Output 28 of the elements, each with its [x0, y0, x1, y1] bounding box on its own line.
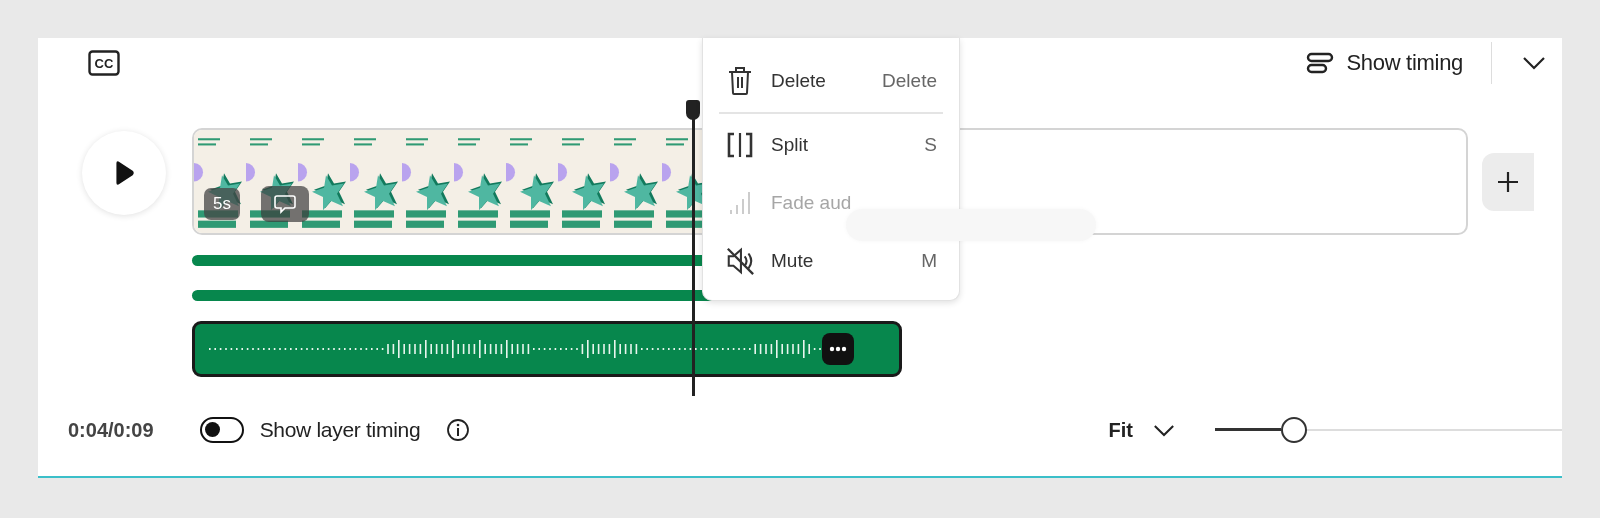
layer-timing-toggle[interactable] — [199, 417, 244, 443]
closed-captions-icon[interactable]: CC — [88, 50, 120, 76]
play-button[interactable] — [82, 131, 166, 215]
menu-item[interactable]: Split S — [725, 116, 937, 174]
comment-icon[interactable] — [261, 186, 309, 222]
show-timing-button[interactable]: Show timing — [1306, 50, 1463, 76]
audio-clip[interactable] — [192, 321, 902, 377]
zoom-slider[interactable] — [1215, 417, 1562, 443]
add-button[interactable] — [1482, 152, 1534, 211]
shortcut-label: Delete — [882, 70, 937, 92]
more-button[interactable] — [822, 333, 854, 365]
play-icon — [113, 160, 135, 186]
chevron-down-icon[interactable] — [1522, 56, 1546, 70]
split-icon — [725, 130, 755, 160]
playhead[interactable] — [686, 100, 700, 396]
plus-icon — [1496, 169, 1520, 194]
toggle-label: Show layer timing — [259, 418, 421, 442]
muted-speaker-icon — [725, 246, 755, 276]
menu-item[interactable]: Delete Delete — [725, 52, 937, 110]
shortcut-label: M — [921, 250, 937, 272]
shortcut-label: S — [924, 134, 937, 156]
duration-badge: 5s — [204, 188, 240, 220]
time-counter: 0:04/0:09 — [68, 418, 154, 442]
info-icon[interactable] — [446, 418, 471, 442]
zoom-dropdown[interactable]: Fit — [1108, 418, 1175, 442]
more-icon — [828, 346, 848, 352]
chevron-down-icon — [1153, 423, 1175, 437]
menu-item[interactable]: Mute M — [725, 232, 937, 290]
